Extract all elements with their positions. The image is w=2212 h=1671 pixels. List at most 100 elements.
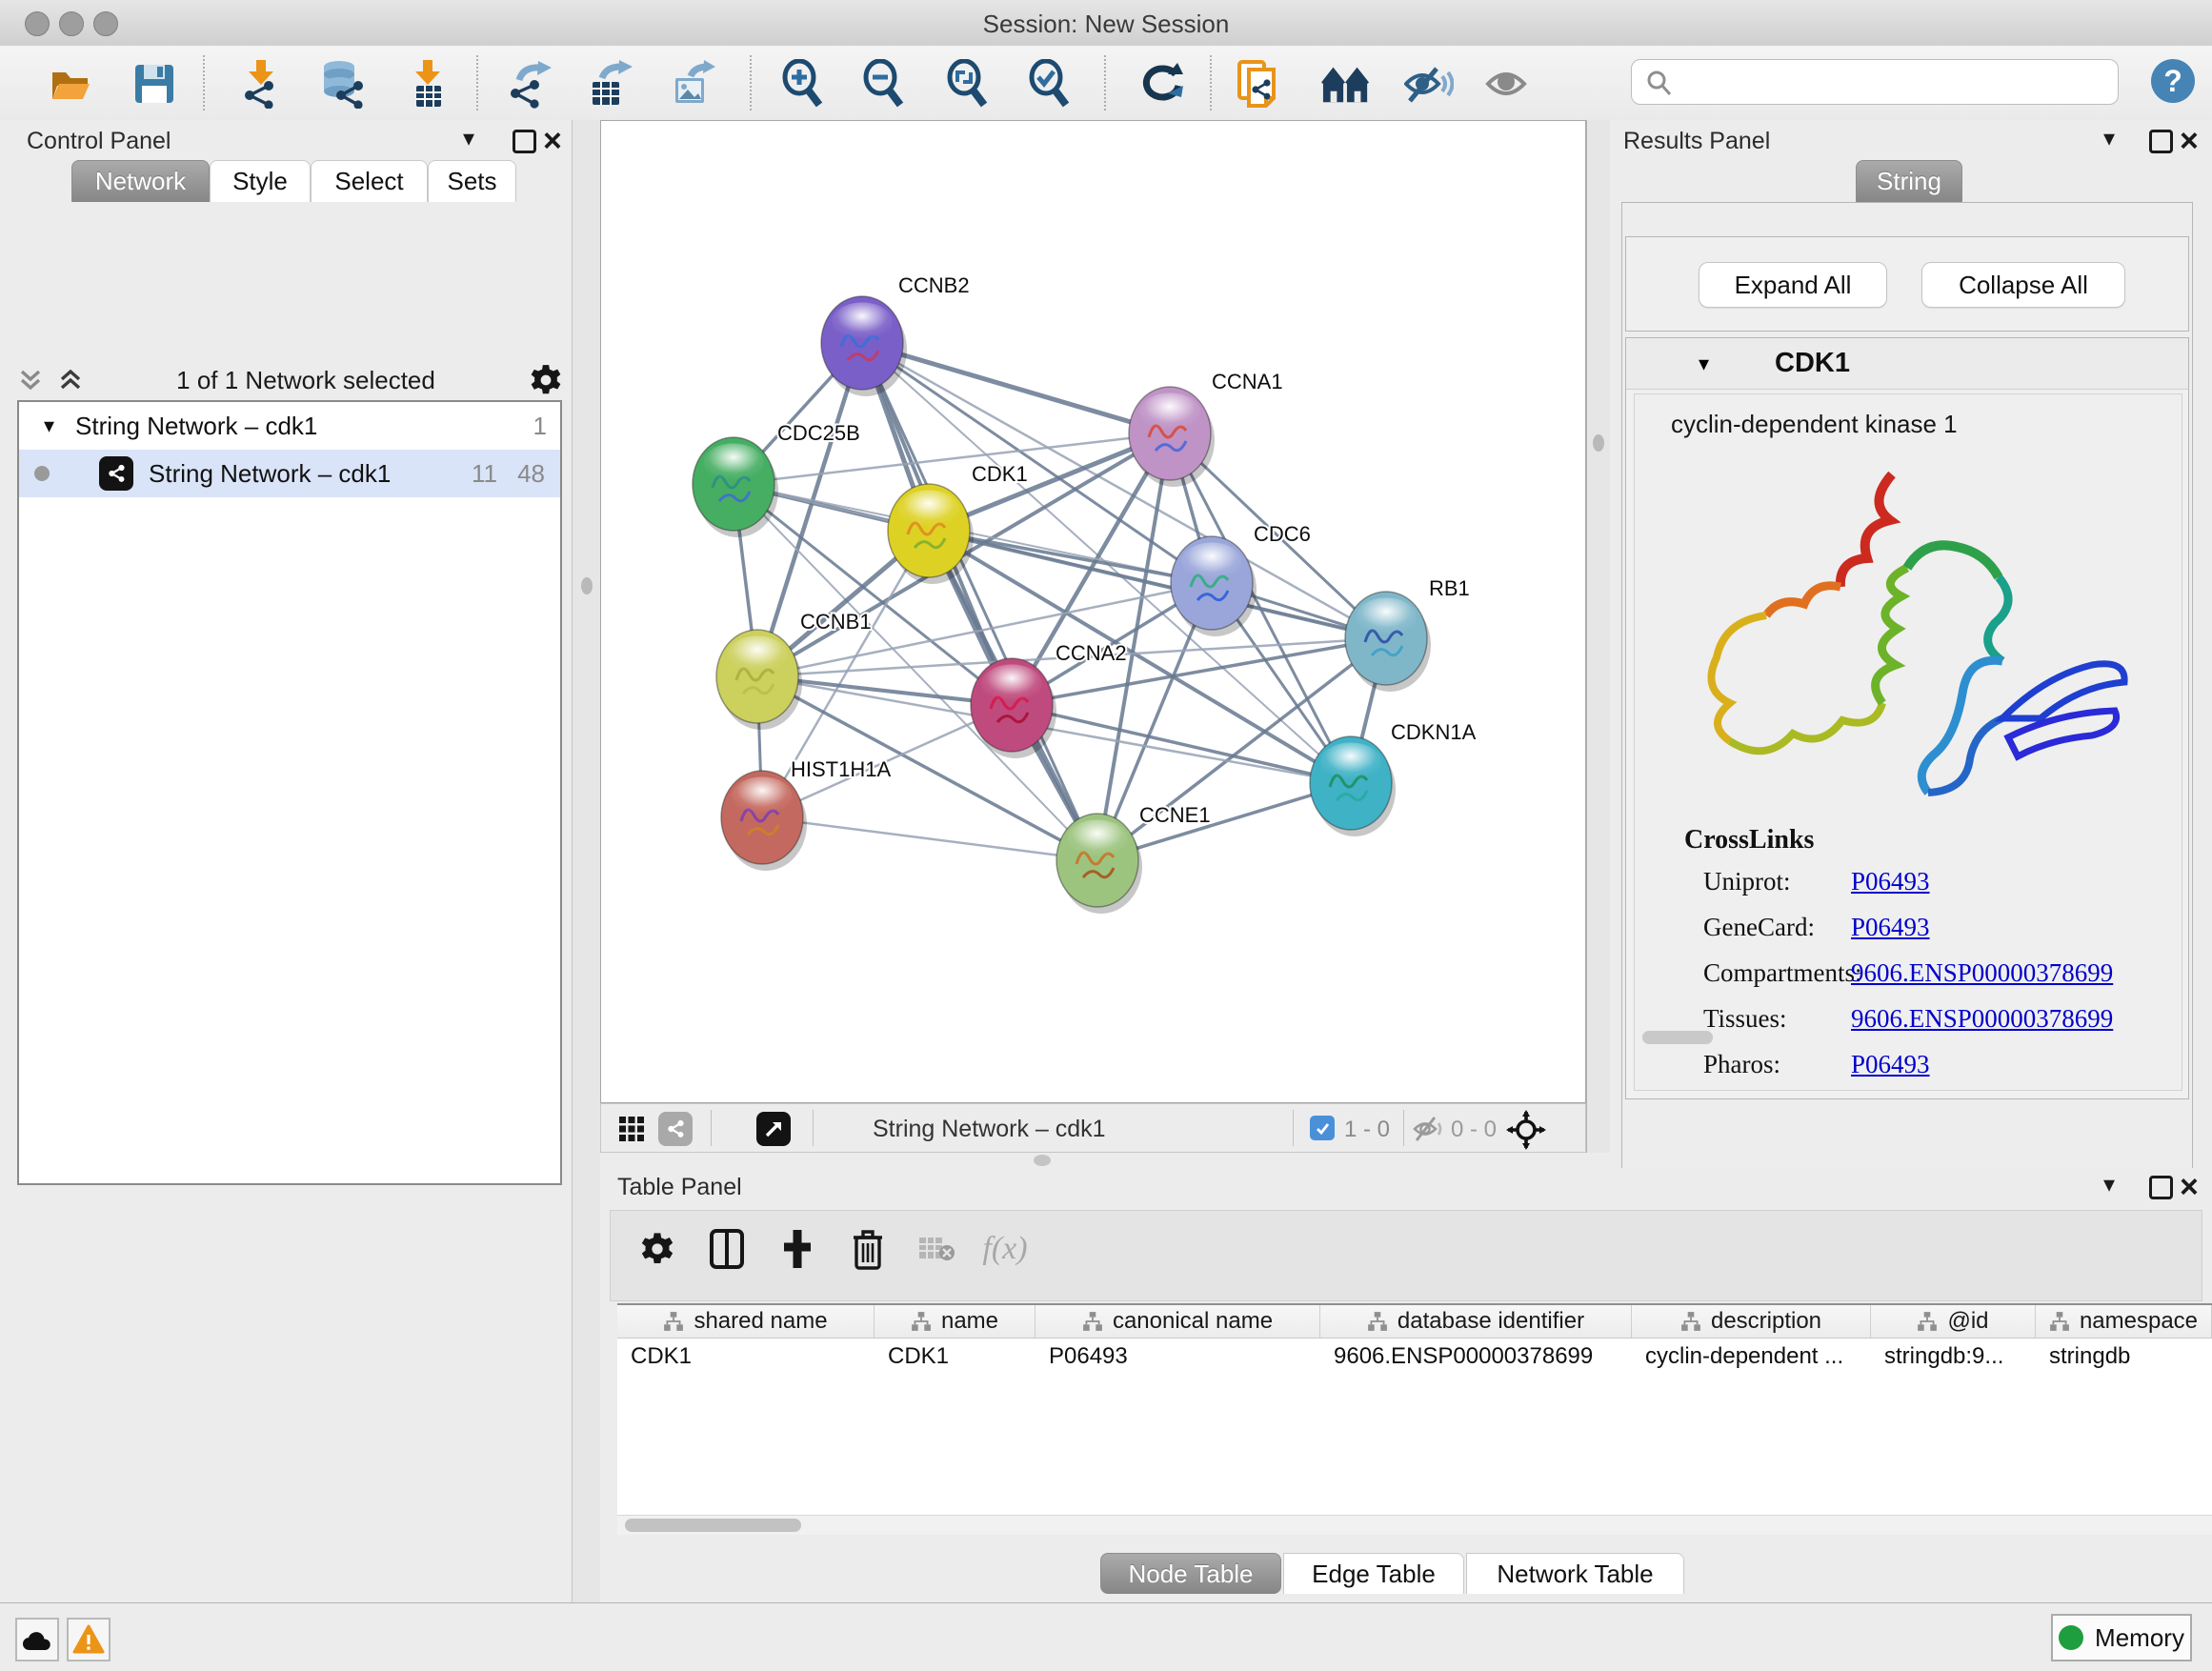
cell-name[interactable]: CDK1 xyxy=(875,1339,1036,1375)
gene-card-hscroll-thumb[interactable] xyxy=(1642,1031,1713,1044)
table-row[interactable]: CDK1CDK1P064939606.ENSP00000378699cyclin… xyxy=(617,1339,2212,1375)
column-header-description[interactable]: description xyxy=(1632,1305,1871,1338)
node-HIST1H1A[interactable]: HIST1H1A xyxy=(721,757,891,871)
edge-HIST1H1A-CCNE1[interactable] xyxy=(762,817,1097,860)
crosslink-link[interactable]: 9606.ENSP00000378699 xyxy=(1851,1004,2113,1034)
cell-description[interactable]: cyclin-dependent ... xyxy=(1632,1339,1871,1375)
column-header-name[interactable]: name xyxy=(875,1305,1036,1338)
network-options-gear-icon[interactable] xyxy=(528,362,564,398)
table-panel-close-icon[interactable]: × xyxy=(2180,1178,2199,1197)
cell-databaseidentifier[interactable]: 9606.ENSP00000378699 xyxy=(1320,1339,1632,1375)
fit-selected-crosshair-icon[interactable] xyxy=(1506,1110,1546,1150)
search-input[interactable] xyxy=(1681,64,2104,98)
string-network-graph[interactable]: CCNB2CCNA1CDC25BCDK1CDC6RB1CCNB1CCNA2CDK… xyxy=(600,120,1586,1103)
refresh-icon[interactable] xyxy=(1137,59,1187,109)
tab-network[interactable]: Network xyxy=(71,160,210,202)
results-panel: Results Panel ▾ × String Expand All Coll… xyxy=(1610,120,2212,1168)
birds-eye-view-icon[interactable] xyxy=(618,1116,645,1142)
tab-select[interactable]: Select xyxy=(311,160,428,202)
memory-button[interactable]: Memory xyxy=(2051,1614,2192,1661)
divider-handle[interactable] xyxy=(1593,434,1604,452)
collection-expander-icon[interactable]: ▾ xyxy=(44,413,54,438)
control-panel-float-icon[interactable] xyxy=(513,130,536,153)
home-icon[interactable] xyxy=(1321,59,1371,109)
tab-style[interactable]: Style xyxy=(210,160,311,202)
export-table-icon[interactable] xyxy=(584,59,633,109)
delete-table-icon xyxy=(913,1225,960,1273)
crosslink-label: Pharos: xyxy=(1703,1050,1851,1079)
results-panel-divider[interactable] xyxy=(1586,120,1612,1153)
gene-expander-icon[interactable]: ▾ xyxy=(1699,352,1709,376)
open-session-icon[interactable] xyxy=(46,59,95,109)
control-panel-menu-icon[interactable]: ▾ xyxy=(463,125,474,152)
node-CCNE1[interactable]: CCNE1 xyxy=(1056,803,1211,914)
gene-card-header[interactable]: ▾ CDK1 xyxy=(1626,338,2188,390)
open-in-window-icon[interactable] xyxy=(756,1112,791,1146)
zoom-fit-icon[interactable] xyxy=(943,59,993,109)
control-panel-close-icon[interactable]: × xyxy=(543,131,562,151)
column-header-namespace[interactable]: namespace xyxy=(2036,1305,2212,1338)
show-all-icon[interactable] xyxy=(1484,59,1534,109)
crosslink-row: Tissues:9606.ENSP00000378699 xyxy=(1703,1004,2170,1034)
network-collection-row[interactable]: ▾ String Network – cdk1 1 xyxy=(19,402,560,450)
zoom-out-icon[interactable] xyxy=(859,59,909,109)
help-icon[interactable]: ? xyxy=(2151,59,2195,103)
tab-edge-table[interactable]: Edge Table xyxy=(1283,1553,1464,1594)
node-RB1[interactable]: RB1 xyxy=(1345,576,1470,692)
results-panel-float-icon[interactable] xyxy=(2149,130,2173,153)
table-gear-icon[interactable] xyxy=(633,1225,681,1273)
results-panel-menu-icon[interactable]: ▾ xyxy=(2103,125,2115,152)
crosslink-link[interactable]: P06493 xyxy=(1851,867,1930,896)
column-header-canonicalname[interactable]: canonical name xyxy=(1036,1305,1320,1338)
show-columns-icon[interactable] xyxy=(703,1225,751,1273)
cloud-status-button[interactable] xyxy=(15,1618,59,1661)
import-network-database-icon[interactable] xyxy=(317,59,367,109)
tab-network-table[interactable]: Network Table xyxy=(1466,1553,1684,1594)
cell-sharedname[interactable]: CDK1 xyxy=(617,1339,875,1375)
column-header-sharedname[interactable]: shared name xyxy=(617,1305,875,1338)
table-panel-float-icon[interactable] xyxy=(2149,1176,2173,1199)
cell-canonicalname[interactable]: P06493 xyxy=(1036,1339,1320,1375)
export-image-icon[interactable] xyxy=(667,59,716,109)
zoom-selected-icon[interactable] xyxy=(1025,59,1075,109)
crosslink-link[interactable]: P06493 xyxy=(1851,1050,1930,1079)
expand-all-icon[interactable] xyxy=(57,366,84,394)
tab-node-table[interactable]: Node Table xyxy=(1100,1553,1281,1594)
edge-CCNB2-CCNA1[interactable] xyxy=(862,343,1170,433)
crosslink-link[interactable]: P06493 xyxy=(1851,913,1930,942)
column-header-databaseidentifier[interactable]: database identifier xyxy=(1320,1305,1632,1338)
cell-namespace[interactable]: stringdb xyxy=(2036,1339,2212,1375)
hide-selected-icon[interactable] xyxy=(1404,59,1454,109)
node-CDKN1A[interactable]: CDKN1A xyxy=(1310,720,1477,836)
network-share-icon[interactable] xyxy=(658,1112,693,1146)
add-column-icon[interactable] xyxy=(774,1225,821,1273)
copy-network-icon[interactable] xyxy=(1234,59,1283,109)
tab-sets[interactable]: Sets xyxy=(428,160,516,202)
tab-string[interactable]: String xyxy=(1856,160,1962,202)
expand-all-button[interactable]: Expand All xyxy=(1699,262,1887,308)
save-session-icon[interactable] xyxy=(130,59,179,109)
control-panel-divider[interactable] xyxy=(572,120,602,1602)
zoom-in-icon[interactable] xyxy=(778,59,828,109)
results-panel-close-icon[interactable]: × xyxy=(2180,131,2199,151)
node-CCNB2[interactable]: CCNB2 xyxy=(821,273,970,396)
collapse-all-icon[interactable] xyxy=(17,366,44,394)
edge-CCNB2-CCNE1[interactable] xyxy=(862,343,1097,860)
crosslink-link[interactable]: 9606.ENSP00000378699 xyxy=(1851,958,2113,988)
table-panel-menu-icon[interactable]: ▾ xyxy=(2103,1171,2115,1198)
network-row[interactable]: String Network – cdk1 11 48 xyxy=(19,450,560,497)
edge-CCNA2-CDKN1A[interactable] xyxy=(1012,705,1351,783)
collapse-all-button[interactable]: Collapse All xyxy=(1921,262,2125,308)
cell-id[interactable]: stringdb:9... xyxy=(1871,1339,2036,1375)
warnings-button[interactable] xyxy=(67,1618,111,1661)
export-network-icon[interactable] xyxy=(505,59,554,109)
divider-handle[interactable] xyxy=(1034,1155,1051,1166)
selected-checkbox-icon[interactable] xyxy=(1310,1116,1335,1140)
import-table-icon[interactable] xyxy=(403,59,452,109)
node-CDC6[interactable]: CDC6 xyxy=(1171,522,1311,636)
column-header-id[interactable]: @id xyxy=(1871,1305,2036,1338)
table-hscroll-thumb[interactable] xyxy=(625,1519,801,1532)
import-network-icon[interactable] xyxy=(236,59,286,109)
divider-handle[interactable] xyxy=(581,577,593,594)
delete-column-icon[interactable] xyxy=(844,1225,892,1273)
